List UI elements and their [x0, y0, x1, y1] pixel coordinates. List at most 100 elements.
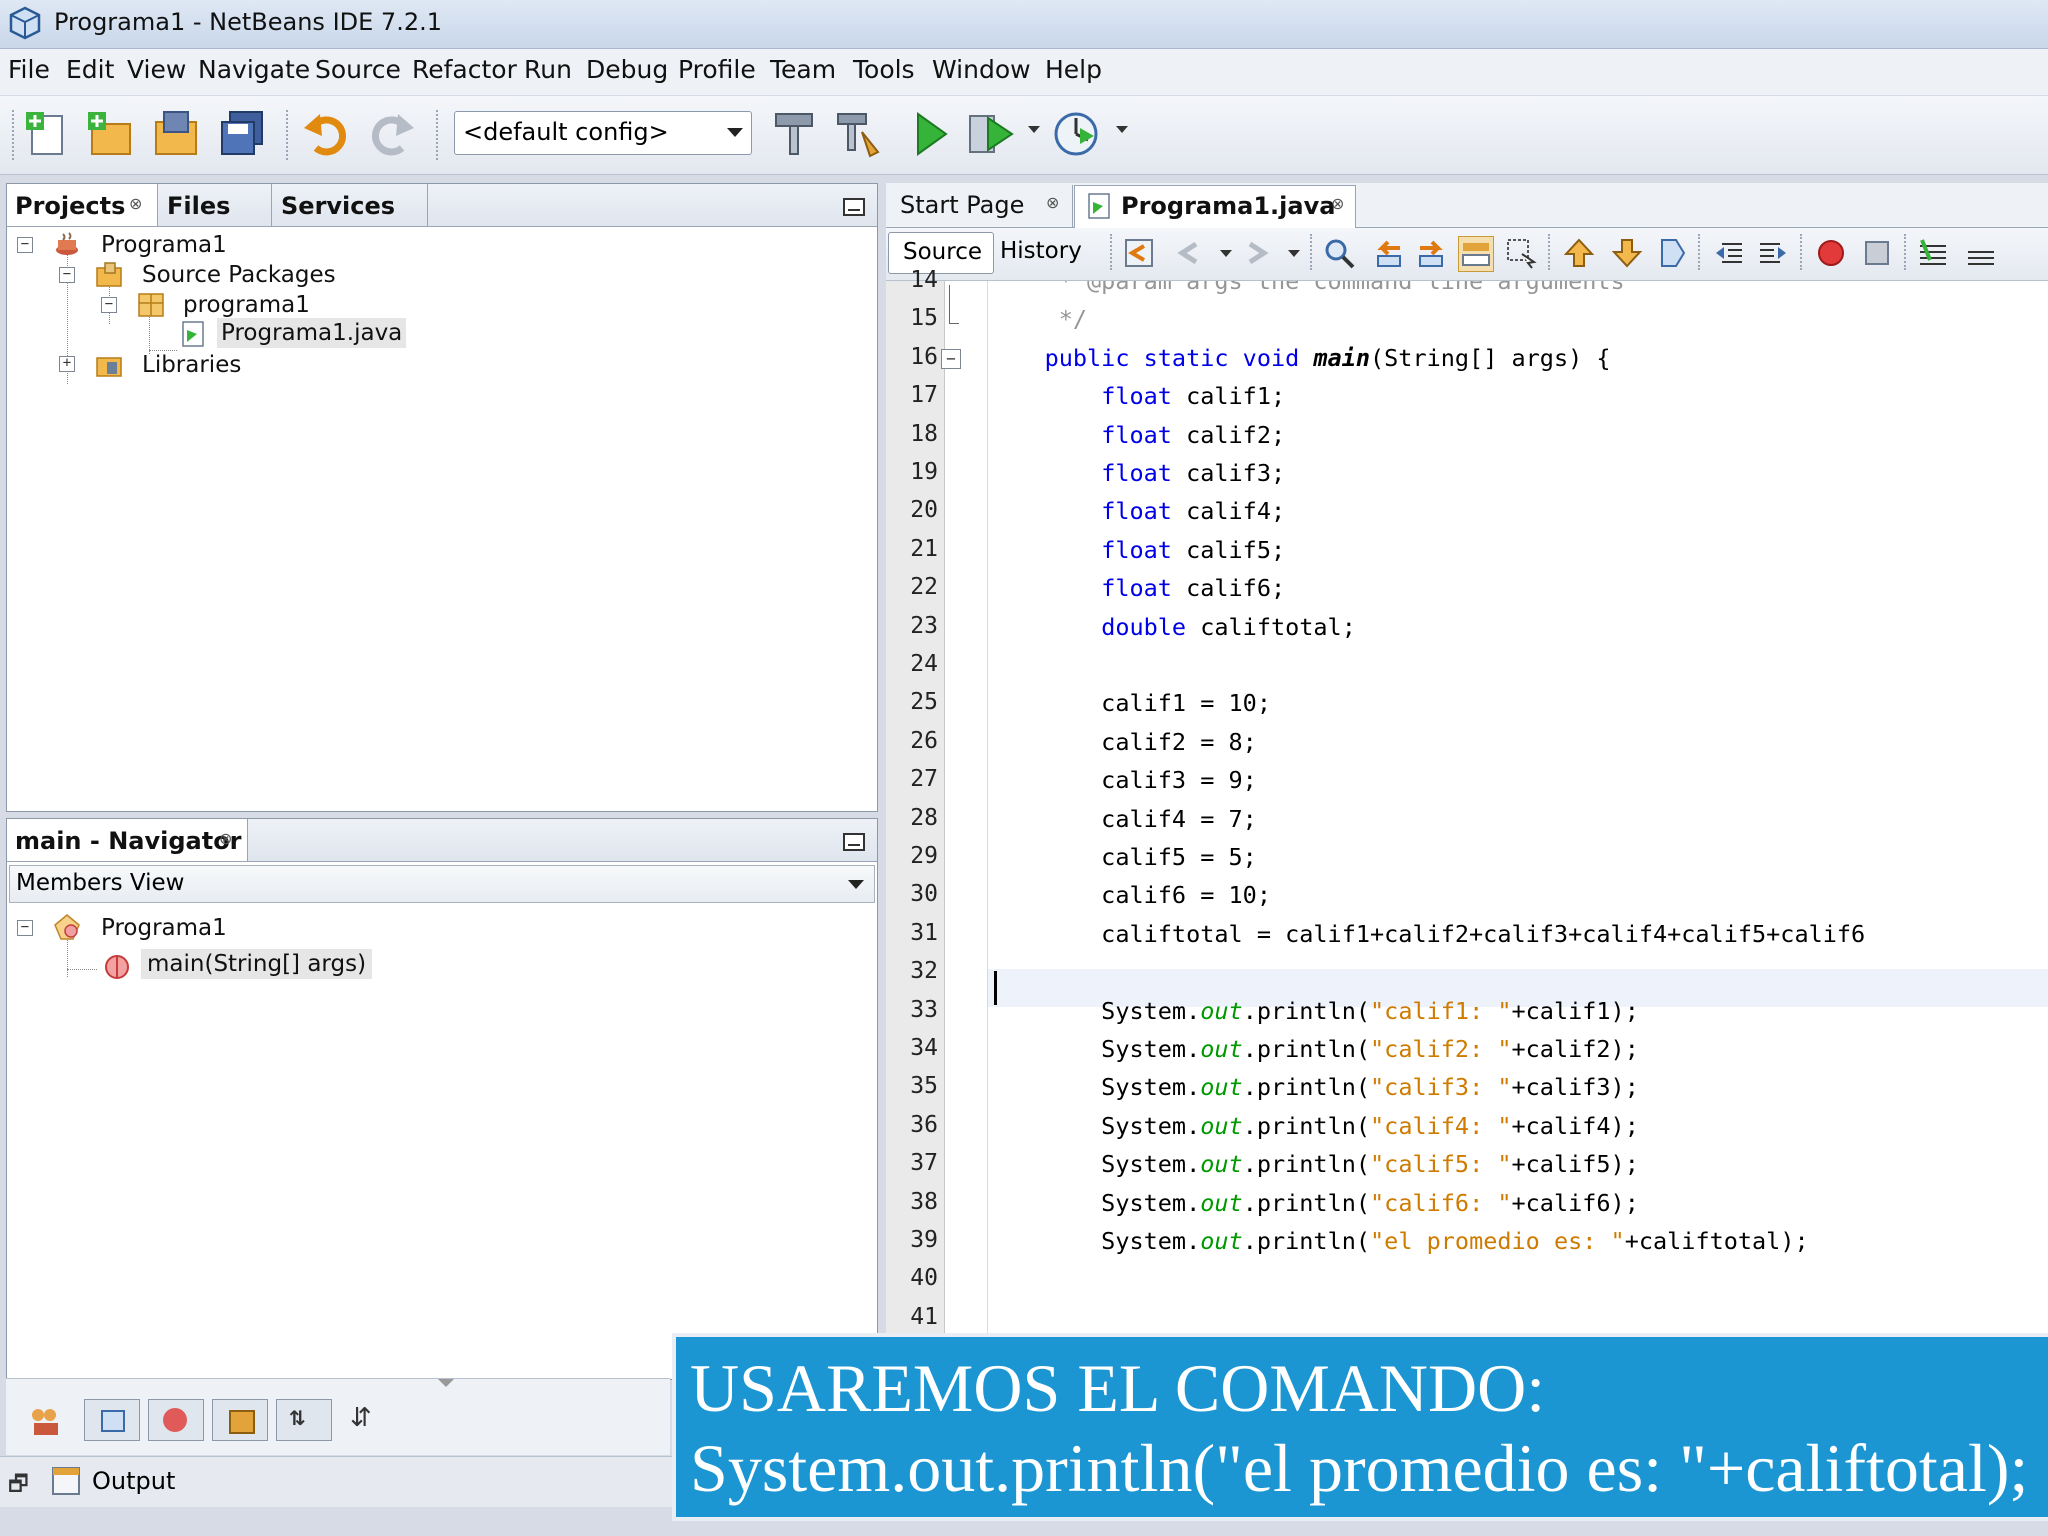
last-edit-icon[interactable] [1122, 236, 1156, 270]
close-icon[interactable]: ⊗ [129, 194, 142, 213]
chevron-down-icon[interactable] [438, 1379, 454, 1387]
tree-source-packages[interactable]: Source Packages [142, 262, 336, 288]
save-all-icon[interactable] [216, 108, 268, 160]
source-mode-button[interactable]: Source [888, 232, 994, 274]
chevron-down-icon[interactable] [1288, 250, 1300, 257]
menu-navigate[interactable]: Navigate [198, 55, 310, 84]
lock-icon [229, 1410, 255, 1434]
static-filter-icon [163, 1408, 187, 1432]
filter-static-button[interactable] [148, 1399, 204, 1441]
history-mode-label: History [1000, 238, 1082, 264]
minimize-icon[interactable] [843, 198, 865, 216]
navigator-member[interactable]: main(String[] args) [141, 949, 373, 979]
collapse-toggle[interactable]: − [101, 297, 117, 313]
filter-fields-button[interactable] [84, 1399, 140, 1441]
restore-window-icon[interactable]: 🗗 [8, 1467, 29, 1505]
menu-refactor[interactable]: Refactor [412, 55, 517, 84]
menu-source[interactable]: Source [315, 55, 401, 84]
menu-team[interactable]: Team [770, 55, 836, 84]
toggle-bookmark-icon[interactable] [1656, 236, 1690, 270]
collapse-toggle[interactable]: − [59, 267, 75, 283]
fold-toggle[interactable]: − [941, 349, 961, 369]
menu-tools[interactable]: Tools [853, 55, 915, 84]
sort-alpha-button[interactable]: ⇅ [276, 1399, 332, 1441]
tree-package[interactable]: programa1 [183, 292, 310, 318]
hierarchy-icon[interactable] [28, 1403, 64, 1439]
stop-macro-icon[interactable] [1860, 236, 1894, 270]
chevron-down-icon[interactable] [1028, 126, 1040, 133]
comment-icon[interactable] [1916, 236, 1950, 270]
navigator-class[interactable]: Programa1 [101, 915, 227, 941]
toggle-highlight-icon[interactable] [1458, 236, 1494, 272]
clean-build-icon[interactable] [832, 108, 884, 160]
minimize-icon[interactable] [843, 833, 865, 851]
undo-icon[interactable] [300, 108, 352, 160]
next-bookmark-icon[interactable] [1610, 236, 1644, 270]
tab-navigator[interactable]: main - Navigator ⊗ [7, 819, 248, 861]
new-file-icon[interactable] [22, 108, 74, 160]
back-icon[interactable] [1172, 236, 1206, 270]
code-line: System.out.println("calif6: "+calif6); [988, 1188, 1639, 1217]
code-line: * @param args the command line arguments [988, 281, 1625, 295]
redo-icon[interactable] [366, 108, 418, 160]
find-previous-icon[interactable] [1372, 236, 1406, 270]
shift-left-icon[interactable] [1712, 236, 1746, 270]
filter-nonpublic-button[interactable] [212, 1399, 268, 1441]
start-macro-icon[interactable] [1814, 236, 1848, 270]
chevron-down-icon[interactable] [1220, 250, 1232, 257]
collapse-toggle[interactable]: − [17, 920, 33, 936]
menu-debug[interactable]: Debug [586, 55, 668, 84]
tree-project[interactable]: Programa1 [101, 232, 227, 258]
members-view-select[interactable]: Members View [9, 865, 875, 903]
tab-programa1-java[interactable]: Programa1.java ⊗ [1074, 185, 1356, 228]
run-icon[interactable] [904, 108, 956, 160]
rectangular-selection-icon[interactable] [1504, 236, 1538, 270]
line-number: 41 [910, 1303, 938, 1330]
line-number: 25 [910, 689, 938, 716]
code-line: califtotal = calif1+calif2+calif3+calif4… [988, 919, 1866, 948]
collapse-toggle[interactable]: − [17, 237, 33, 253]
expand-toggle[interactable]: + [59, 356, 75, 372]
close-icon[interactable]: ⊗ [219, 829, 232, 848]
debug-icon[interactable] [966, 108, 1018, 160]
history-mode-button[interactable]: History [998, 232, 1098, 272]
menu-help[interactable]: Help [1045, 55, 1102, 84]
chevron-down-icon[interactable] [1116, 126, 1128, 133]
config-select[interactable]: <default config> [454, 111, 752, 155]
tab-start-page-label: Start Page [900, 191, 1025, 219]
menu-profile[interactable]: Profile [678, 55, 756, 84]
output-tab[interactable]: Output [92, 1467, 175, 1495]
open-project-icon[interactable] [150, 108, 202, 160]
sort-source-icon[interactable]: ⇵ [350, 1403, 372, 1433]
editor-toolbar: Source History [886, 228, 2048, 281]
profile-icon[interactable] [1050, 108, 1102, 160]
menu-file[interactable]: File [8, 55, 50, 84]
tab-services[interactable]: Services [273, 184, 428, 226]
method-icon [105, 955, 129, 979]
close-icon[interactable]: ⊗ [1331, 194, 1344, 213]
close-icon[interactable]: ⊗ [1046, 193, 1059, 212]
previous-bookmark-icon[interactable] [1562, 236, 1596, 270]
tree-libraries[interactable]: Libraries [142, 352, 241, 378]
tree-file[interactable]: Programa1.java [217, 318, 407, 348]
caption-banner: USAREMOS EL COMANDO: System.out.println(… [672, 1333, 2048, 1521]
libraries-icon [96, 357, 122, 377]
tab-start-page[interactable]: Start Page ⊗ [886, 185, 1073, 227]
menu-view[interactable]: View [127, 55, 186, 84]
tab-files[interactable]: Files [159, 184, 272, 226]
forward-icon[interactable] [1240, 236, 1274, 270]
code-editor[interactable]: * @param args the command line arguments… [988, 281, 2048, 1341]
menu-window[interactable]: Window [932, 55, 1031, 84]
find-icon[interactable] [1322, 236, 1356, 270]
menu-edit[interactable]: Edit [66, 55, 114, 84]
shift-right-icon[interactable] [1756, 236, 1790, 270]
new-project-icon[interactable] [84, 108, 136, 160]
find-next-icon[interactable] [1414, 236, 1448, 270]
java-file-icon [182, 321, 204, 347]
tab-services-label: Services [281, 192, 396, 220]
tab-projects[interactable]: Projects ⊗ [7, 184, 158, 226]
uncomment-icon[interactable] [1964, 236, 1998, 270]
build-icon[interactable] [768, 108, 820, 160]
java-project-icon [56, 232, 78, 255]
menu-run[interactable]: Run [524, 55, 572, 84]
